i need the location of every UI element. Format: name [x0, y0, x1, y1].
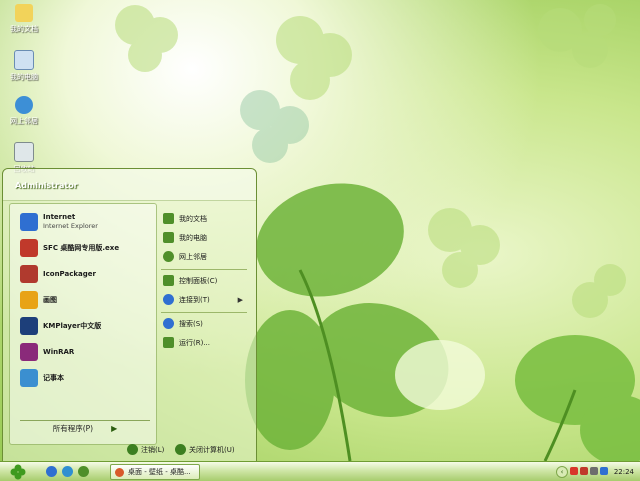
program-title: WinRAR — [43, 347, 75, 356]
place-connect-to[interactable]: 连接到(T) ▶ — [163, 292, 249, 307]
program-title: 画图 — [43, 295, 57, 304]
shutdown-label: 关闭计算机(U) — [189, 445, 235, 454]
security-icon[interactable] — [580, 467, 588, 475]
program-title: IconPackager — [43, 269, 96, 278]
connect-icon — [163, 294, 174, 305]
volume-icon[interactable] — [590, 467, 598, 475]
start-menu-footer: 注销(L) 关闭计算机(U) — [3, 441, 256, 462]
places-list: 我的文档 我的电脑 网上邻居 控制面板(C) 连接到(T) ▶ 搜索(S) 运行… — [157, 203, 252, 443]
place-label: 连接到(T) — [179, 295, 210, 304]
ie-icon — [20, 213, 38, 231]
place-network[interactable]: 网上邻居 — [163, 249, 207, 264]
taskbar-window-button[interactable]: 桌面 - 壁纸 - 桌酷... — [110, 464, 200, 480]
qq-icon[interactable] — [570, 467, 578, 475]
separator — [161, 269, 247, 270]
taskbar: 桌面 - 壁纸 - 桌酷... ‹ 22:24 — [0, 461, 640, 481]
place-label: 运行(R)... — [179, 338, 211, 347]
quicklaunch-browser-icon[interactable] — [62, 466, 73, 477]
notepad-icon — [20, 369, 38, 387]
network-icon — [163, 251, 174, 262]
arrow-right-icon: ▶ — [111, 423, 118, 433]
place-label: 网上邻居 — [179, 252, 207, 261]
program-sfc[interactable]: SFC 桌酷网专用版.exe — [20, 236, 119, 260]
program-subtitle: Internet Explorer — [43, 222, 98, 230]
place-run[interactable]: 运行(R)... — [163, 335, 210, 350]
network-status-icon[interactable] — [600, 467, 608, 475]
place-control-panel[interactable]: 控制面板(C) — [163, 273, 217, 288]
iconpackager-icon — [20, 265, 38, 283]
recycle-bin-icon — [14, 142, 34, 162]
search-icon — [163, 318, 174, 329]
desktop-icon-label: 我的文档 — [10, 25, 38, 33]
run-icon — [163, 337, 174, 348]
system-tray: 22:24 — [570, 464, 638, 478]
program-title: 记事本 — [43, 373, 64, 382]
paint-icon — [20, 291, 38, 309]
program-notepad[interactable]: 记事本 — [20, 366, 64, 390]
shutdown-button[interactable]: 关闭计算机(U) — [175, 444, 235, 455]
desktop-icon-network[interactable]: 网上邻居 — [0, 96, 48, 126]
place-label: 我的文档 — [179, 214, 207, 223]
computer-icon — [163, 232, 174, 243]
logoff-label: 注销(L) — [141, 445, 165, 454]
place-label: 我的电脑 — [179, 233, 207, 242]
tray-expand-icon[interactable]: ‹ — [556, 466, 568, 478]
program-paint[interactable]: 画图 — [20, 288, 57, 312]
control-panel-icon — [163, 275, 174, 286]
task-label: 桌面 - 壁纸 - 桌酷... — [128, 468, 191, 476]
power-icon — [175, 444, 186, 455]
folder-icon — [163, 213, 174, 224]
arrow-right-icon: ▶ — [237, 295, 243, 304]
sfc-icon — [20, 239, 38, 257]
desktop-icon-my-computer[interactable]: 我的电脑 — [0, 50, 48, 82]
desktop-icon-my-documents[interactable]: 我的文档 — [0, 4, 48, 34]
winrar-icon — [20, 343, 38, 361]
clock[interactable]: 22:24 — [614, 468, 634, 476]
user-name: Administrator — [15, 181, 78, 190]
folder-icon — [15, 4, 33, 22]
program-title: SFC 桌酷网专用版.exe — [43, 243, 120, 252]
program-winrar[interactable]: WinRAR — [20, 340, 74, 364]
start-button[interactable] — [0, 462, 36, 481]
quicklaunch-desktop-icon[interactable] — [78, 466, 89, 477]
start-menu: Administrator Internet Internet Explorer… — [2, 168, 257, 463]
program-title: Internet — [43, 213, 76, 221]
logoff-button[interactable]: 注销(L) — [127, 444, 164, 455]
quicklaunch-ie-icon[interactable] — [46, 466, 57, 477]
clover-start-icon — [10, 464, 26, 479]
network-icon — [15, 96, 33, 114]
program-title: KMPlayer中文版 — [43, 321, 102, 330]
place-label: 控制面板(C) — [179, 276, 218, 285]
program-internet-explorer[interactable]: Internet Internet Explorer — [20, 210, 98, 234]
program-kmplayer[interactable]: KMPlayer中文版 — [20, 314, 101, 338]
logoff-icon — [127, 444, 138, 455]
desktop-icon-label: 网上邻居 — [10, 117, 38, 125]
computer-icon — [14, 50, 34, 70]
desktop-icon-label: 我的电脑 — [10, 73, 38, 81]
place-search[interactable]: 搜索(S) — [163, 316, 203, 331]
browser-icon — [115, 467, 124, 477]
program-iconpackager[interactable]: IconPackager — [20, 262, 96, 286]
place-label: 搜索(S) — [179, 319, 203, 328]
all-programs-button[interactable]: 所有程序(P) ▶ — [20, 420, 150, 435]
place-my-documents[interactable]: 我的文档 — [163, 211, 207, 226]
place-my-computer[interactable]: 我的电脑 — [163, 230, 207, 245]
all-programs-label: 所有程序(P) — [52, 423, 94, 433]
kmplayer-icon — [20, 317, 38, 335]
program-list: Internet Internet Explorer SFC 桌酷网专用版.ex… — [9, 203, 157, 445]
separator — [161, 312, 247, 313]
